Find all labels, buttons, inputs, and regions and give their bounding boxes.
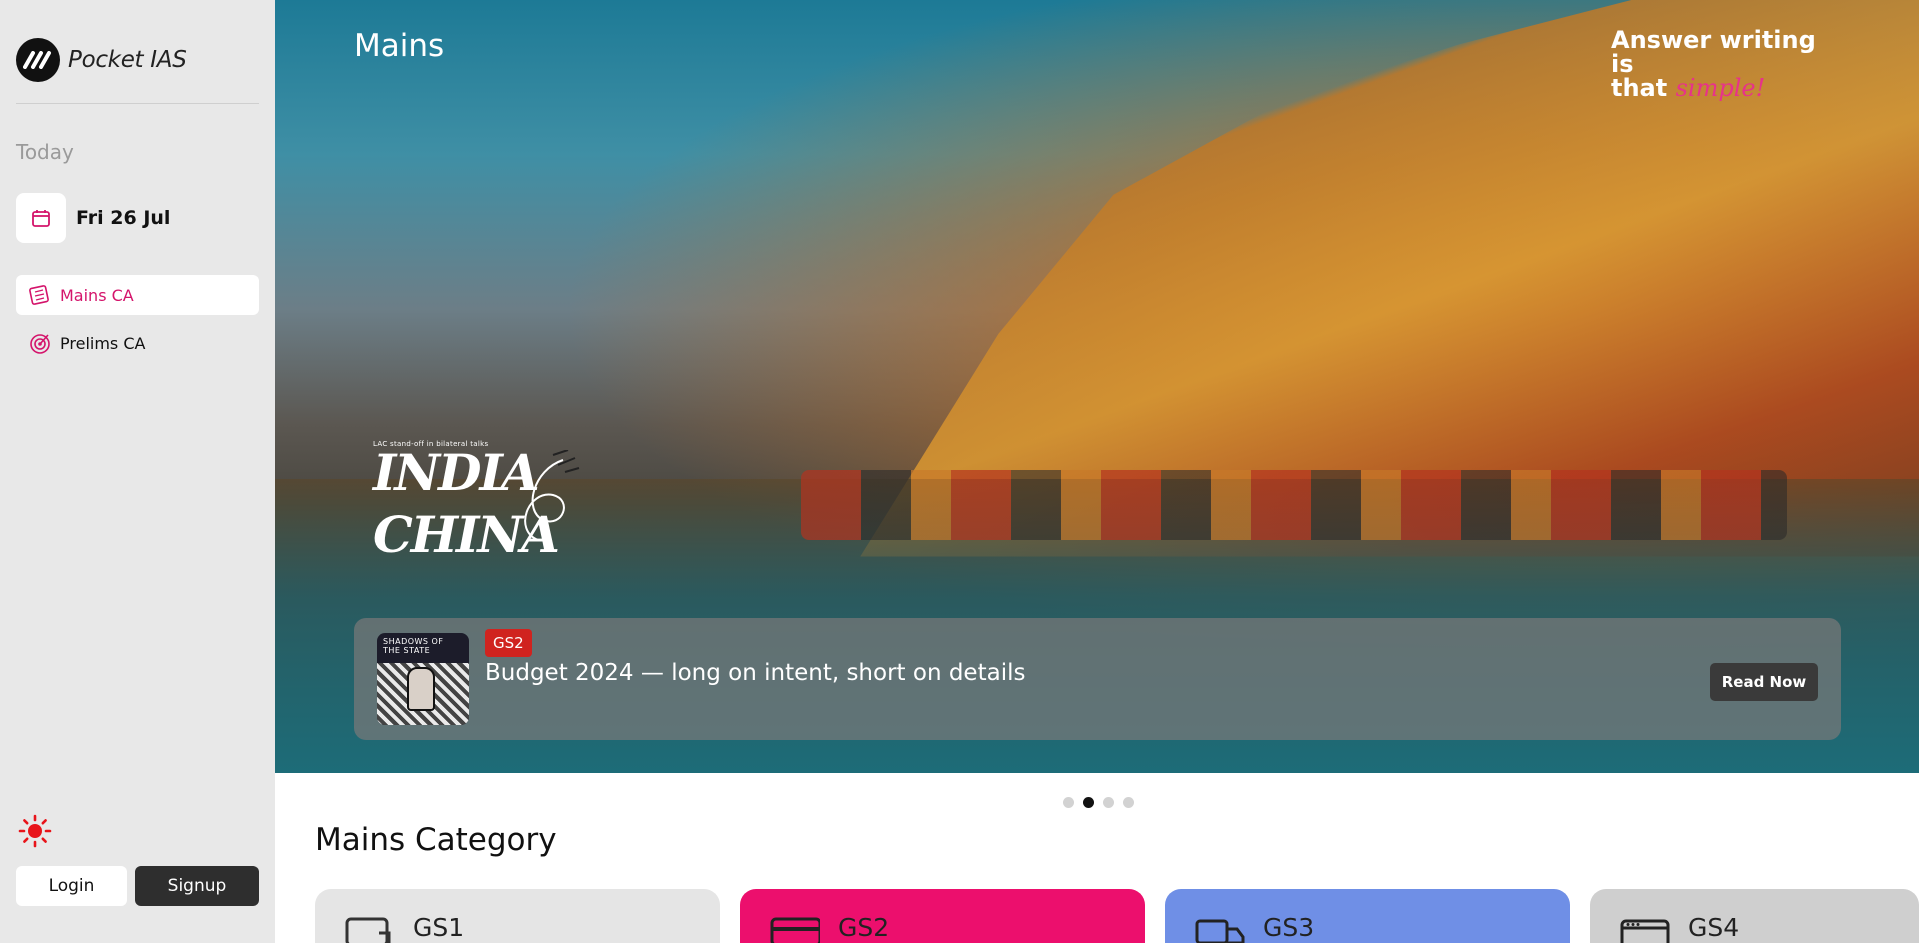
thumbnail-figure (407, 667, 435, 711)
category-card-gs1[interactable]: GS1 (315, 889, 720, 943)
logo-mark-icon (16, 38, 60, 82)
category-label: GS1 (413, 913, 465, 942)
section-title: Mains Category (315, 822, 557, 858)
tagline-accent: simple! (1675, 74, 1766, 102)
hero-banner: Mains Answer writing is that simple! LAC… (275, 0, 1919, 773)
sidebar-item-label: Prelims CA (60, 333, 146, 353)
category-label: GS2 (838, 913, 890, 942)
category-label: GS4 (1688, 913, 1740, 942)
target-icon (30, 334, 50, 354)
tagline-line2: that simple! (1611, 76, 1831, 100)
thumbnail-title: SHADOWS OF THE STATE (383, 637, 444, 655)
category-card-gs2[interactable]: GS2 (740, 889, 1145, 943)
carousel-dot[interactable] (1123, 797, 1134, 808)
category-label: GS3 (1263, 913, 1315, 942)
current-date: Fri 26 Jul (76, 207, 171, 229)
category-card-gs3[interactable]: GS3 (1165, 889, 1570, 943)
newspaper-icon (29, 285, 49, 305)
login-button[interactable]: Login (16, 866, 127, 906)
calendar-icon[interactable] (16, 193, 66, 243)
today-label: Today (16, 140, 74, 164)
sidebar-item-prelims-ca[interactable]: Prelims CA (16, 323, 259, 363)
article-thumbnail[interactable]: SHADOWS OF THE STATE (377, 633, 469, 725)
carousel-dot-active[interactable] (1083, 797, 1094, 808)
ampersand-ornament-icon (524, 450, 580, 541)
article-headline[interactable]: Budget 2024 — long on intent, short on d… (485, 660, 1025, 686)
featured-article-card[interactable]: SHADOWS OF THE STATE GS2 Budget 2024 — l… (354, 618, 1841, 740)
monitor-icon (345, 917, 391, 943)
truck-icon (1195, 919, 1245, 943)
sidebar: Pocket IAS Today Fri 26 Jul Mains CA Pre… (0, 0, 275, 943)
sidebar-item-mains-ca[interactable]: Mains CA (16, 275, 259, 315)
brand-name: Pocket IAS (68, 47, 187, 73)
tagline: Answer writing is that simple! (1611, 28, 1831, 100)
category-badge: GS2 (485, 629, 532, 657)
card-icon (770, 917, 820, 943)
tagline-line1: Answer writing is (1611, 26, 1816, 78)
sidebar-divider (16, 103, 259, 104)
carousel-indicators (1063, 797, 1134, 808)
carousel-dot[interactable] (1063, 797, 1074, 808)
tagline-that: that (1611, 74, 1668, 102)
category-card-gs4[interactable]: GS4 (1590, 889, 1919, 943)
signup-button[interactable]: Signup (135, 866, 259, 906)
carousel-dot[interactable] (1103, 797, 1114, 808)
date-selector[interactable]: Fri 26 Jul (16, 193, 170, 243)
browser-window-icon (1620, 919, 1670, 943)
sidebar-item-label: Mains CA (60, 285, 134, 305)
read-now-button[interactable]: Read Now (1710, 663, 1818, 701)
feature-artwork: LAC stand-off in bilateral talks INDIA C… (373, 440, 593, 610)
sun-icon[interactable] (18, 814, 52, 848)
hero-background-boats (801, 470, 1788, 540)
page-title: Mains (354, 28, 445, 64)
brand-logo[interactable]: Pocket IAS (16, 38, 187, 82)
